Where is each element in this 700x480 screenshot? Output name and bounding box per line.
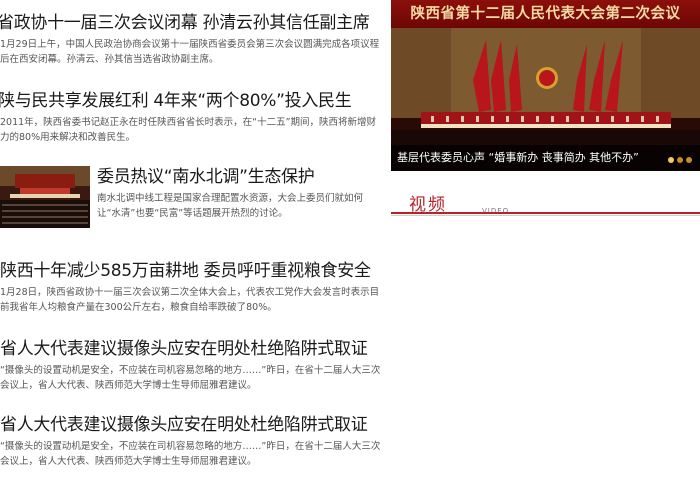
feature-caption-bar[interactable]: 基层代表委员心声 “婚事新办 丧事简办 其他不办”	[391, 145, 700, 171]
news-summary: “摄像头的设置动机是安全，不应装在司机容易忽略的地方……”昨日，在省十二届人大三…	[0, 441, 381, 467]
news-title[interactable]: 委员热议“南水北调”生态保护	[97, 166, 382, 188]
slide-dot[interactable]	[668, 157, 674, 163]
news-item[interactable]: 省人大代表建议摄像头应安在明处杜绝陷阱式取证 “摄像头的设置动机是安全，不应装在…	[0, 338, 382, 393]
news-summary: 2011年，陕西省委书记赵正永在时任陕西省省长时表示，在“十二五”期间，陕西将新…	[0, 117, 377, 143]
news-title[interactable]: 陕与民共享发展红利 4年来“两个80%”投入民生	[0, 90, 382, 112]
news-item[interactable]: 省政协十一届三次会议闭幕 孙清云孙其信任副主席 1月29日上午，中国人民政治协商…	[0, 12, 382, 67]
news-summary: 南水北调中线工程是国家合理配置水资源，大会上委员们就如何让“水清”也要“民富”等…	[97, 193, 364, 219]
news-item-with-thumbnail[interactable]: 委员热议“南水北调”生态保护 南水北调中线工程是国家合理配置水资源，大会上委员们…	[0, 166, 382, 230]
news-summary: “摄像头的设置动机是安全，不应装在司机容易忽略的地方……”昨日，在省十二届人大三…	[0, 365, 381, 391]
news-list: 省政协十一届三次会议闭幕 孙清云孙其信任副主席 1月29日上午，中国人民政治协商…	[0, 0, 382, 480]
news-item[interactable]: 省人大代表建议摄像头应安在明处杜绝陷阱式取证 “摄像头的设置动机是安全，不应装在…	[0, 414, 382, 469]
conference-hall-image	[0, 166, 90, 228]
news-thumbnail[interactable]	[0, 166, 90, 228]
slide-dot[interactable]	[677, 157, 683, 163]
news-title[interactable]: 省人大代表建议摄像头应安在明处杜绝陷阱式取证	[0, 338, 382, 360]
news-title[interactable]: 省人大代表建议摄像头应安在明处杜绝陷阱式取证	[0, 414, 382, 436]
news-summary: 1月28日，陕西省政协十一届三次会议第二次全体大会上，代表农工党作大会发言时表示…	[0, 287, 380, 313]
news-item[interactable]: 陕与民共享发展红利 4年来“两个80%”投入民生 2011年，陕西省委书记赵正永…	[0, 90, 382, 145]
news-summary: 1月29日上午，中国人民政治协商会议第十一届陕西省委员会第三次会议圆满完成各项议…	[0, 39, 380, 65]
slide-dot[interactable]	[686, 157, 692, 163]
sidebar: 陕西省第十二届人民代表大会第二次会议 基层代表委员心声 “婚事新办 丧事简办 其…	[391, 0, 700, 480]
feature-slideshow[interactable]: 陕西省第十二届人民代表大会第二次会议 基层代表委员心声 “婚事新办 丧事简办 其…	[391, 0, 700, 171]
feature-banner: 陕西省第十二届人民代表大会第二次会议	[391, 0, 700, 28]
feature-banner-text: 陕西省第十二届人民代表大会第二次会议	[410, 6, 681, 22]
divider	[391, 212, 700, 214]
news-item[interactable]: 陕西十年减少585万亩耕地 委员呼吁重视粮食安全 1月28日，陕西省政协十一届三…	[0, 260, 382, 315]
slide-indicator	[668, 157, 692, 163]
divider	[391, 215, 700, 216]
news-title[interactable]: 陕西十年减少585万亩耕地 委员呼吁重视粮食安全	[0, 260, 382, 282]
feature-caption[interactable]: 基层代表委员心声 “婚事新办 丧事简办 其他不办”	[397, 145, 639, 171]
news-title[interactable]: 省政协十一届三次会议闭幕 孙清云孙其信任副主席	[0, 12, 382, 34]
video-section-header: 视频 VIDEO	[391, 190, 700, 220]
